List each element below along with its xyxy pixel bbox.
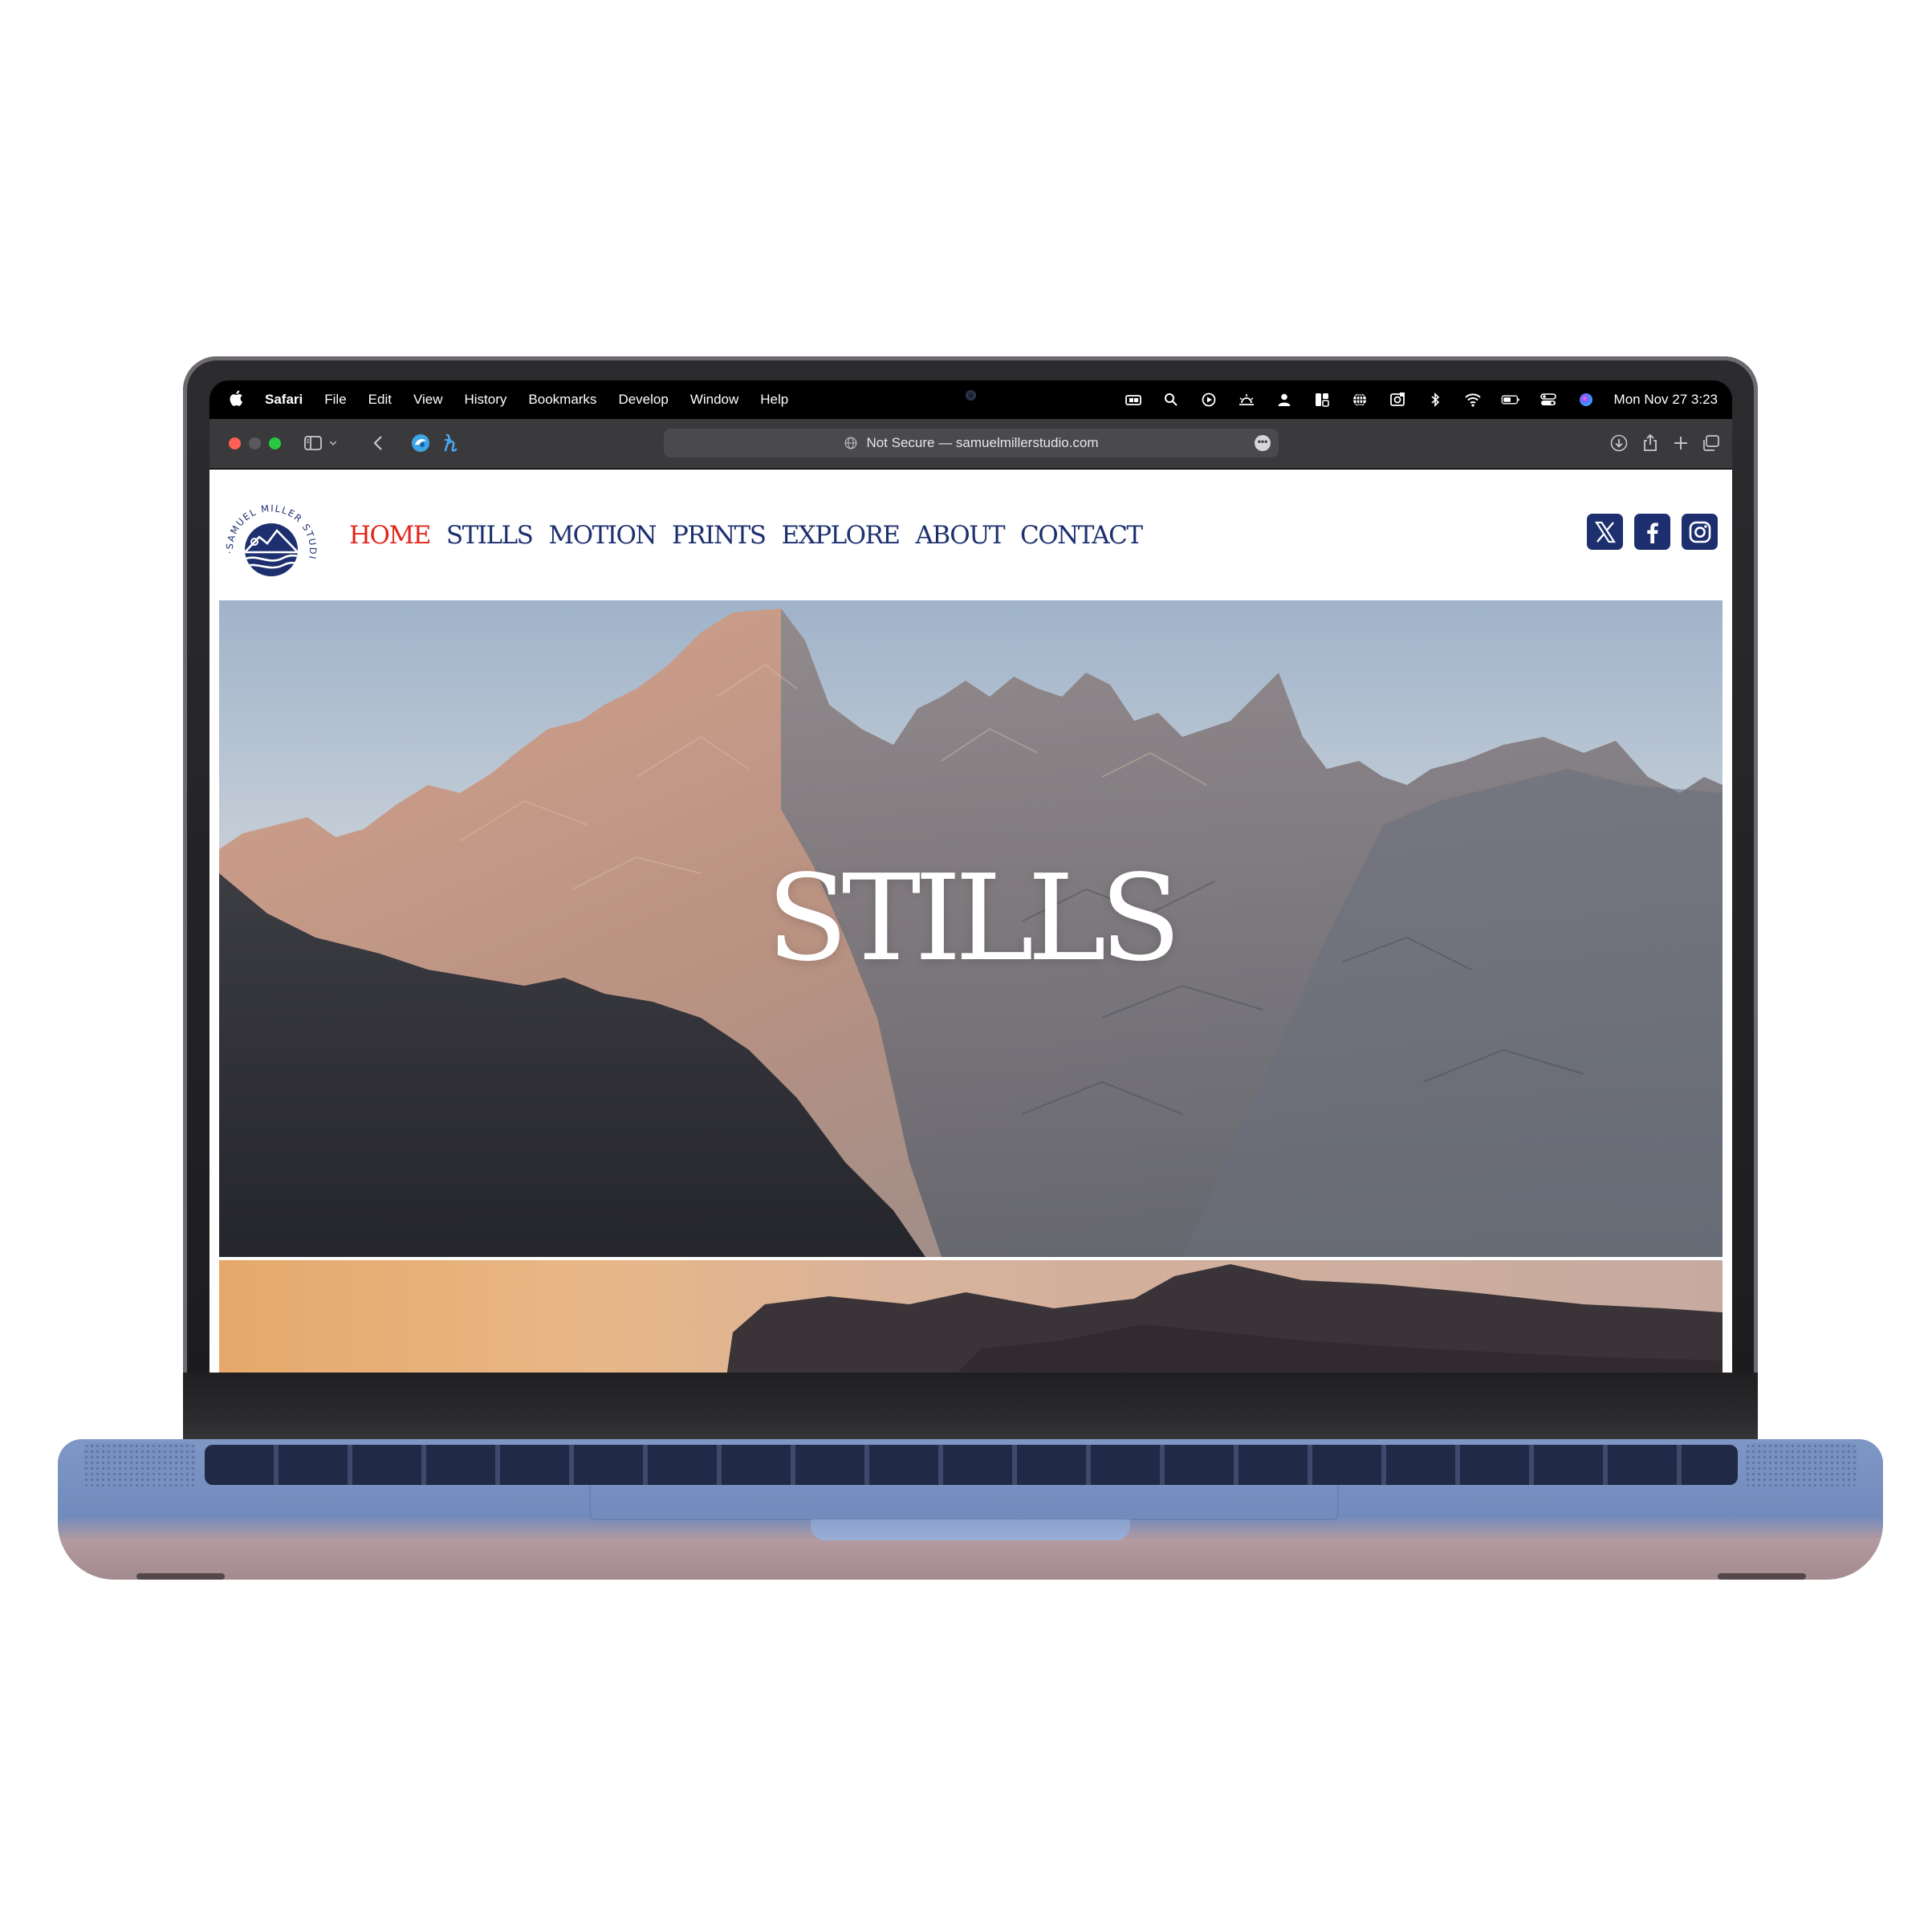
hero-title: STILLS <box>767 849 1182 987</box>
social-links <box>1587 514 1718 550</box>
hero-image[interactable]: STILLS <box>219 600 1723 1257</box>
facebook-icon[interactable] <box>1634 514 1670 550</box>
globe-icon[interactable] <box>1350 392 1369 408</box>
new-tab-icon[interactable] <box>1670 431 1691 455</box>
macos-menu-bar: Safari File Edit View History Bookmarks … <box>209 380 1732 419</box>
battery-icon[interactable] <box>1501 392 1520 408</box>
window-controls <box>229 437 281 449</box>
samuel-miller-studio-logo[interactable]: ·SAMUEL MILLER STUDIO· <box>219 492 323 596</box>
menu-item-help[interactable]: Help <box>760 392 788 408</box>
minimize-window-button[interactable] <box>249 437 261 449</box>
laptop-bezel-bottom <box>183 1373 1758 1449</box>
address-text: Not Secure — samuelmillerstudio.com <box>866 435 1099 450</box>
x-icon[interactable] <box>1587 514 1623 550</box>
user-icon[interactable] <box>1275 392 1294 408</box>
close-window-button[interactable] <box>229 437 241 449</box>
nav-stills[interactable]: STILLS <box>446 521 534 550</box>
apple-menu-icon[interactable] <box>229 390 243 410</box>
tabs-overview-icon[interactable] <box>1701 431 1722 455</box>
menu-item-develop[interactable]: Develop <box>618 392 668 408</box>
control-center-icon[interactable] <box>1539 392 1558 408</box>
menu-item-edit[interactable]: Edit <box>368 392 392 408</box>
lid-opening-notch <box>811 1519 1130 1540</box>
menu-item-window[interactable]: Window <box>690 392 738 408</box>
nav-prints[interactable]: PRINTS <box>672 521 767 550</box>
second-gallery-image[interactable] <box>219 1260 1723 1373</box>
search-icon[interactable] <box>1161 392 1181 408</box>
chevron-down-icon[interactable] <box>327 431 340 455</box>
share-icon[interactable] <box>1640 431 1661 455</box>
keyboard <box>205 1445 1738 1485</box>
nav-about[interactable]: ABOUT <box>916 521 1006 550</box>
honey-icon[interactable] <box>441 431 462 455</box>
brightness-icon[interactable] <box>1237 392 1256 408</box>
address-bar[interactable]: Not Secure — samuelmillerstudio.com ••• <box>664 429 1279 458</box>
menu-item-file[interactable]: File <box>324 392 346 408</box>
maximize-window-button[interactable] <box>269 437 281 449</box>
laptop-screen: Safari File Edit View History Bookmarks … <box>209 380 1732 1373</box>
camera-icon <box>966 390 976 401</box>
back-icon[interactable] <box>368 431 389 455</box>
grid-icon[interactable] <box>1312 392 1332 408</box>
play-icon[interactable] <box>1199 392 1218 408</box>
menu-item-bookmarks[interactable]: Bookmarks <box>528 392 596 408</box>
menu-item-view[interactable]: View <box>413 392 443 408</box>
camera-notch <box>877 380 1064 416</box>
web-page: ·SAMUEL MILLER STUDIO· HOME STILLS MOTIO… <box>209 470 1732 1373</box>
wifi-icon[interactable] <box>1463 392 1483 408</box>
laptop-foot-left <box>136 1573 225 1580</box>
laptop-foot-right <box>1718 1573 1806 1580</box>
stage-manager-icon[interactable] <box>1124 392 1143 408</box>
nav-explore[interactable]: EXPLORE <box>782 521 901 550</box>
speaker-grille-left <box>83 1443 196 1488</box>
siri-icon[interactable] <box>1576 392 1596 408</box>
site-header: ·SAMUEL MILLER STUDIO· HOME STILLS MOTIO… <box>209 470 1732 600</box>
page-menu-icon[interactable]: ••• <box>1255 435 1271 451</box>
nav-motion[interactable]: MOTION <box>548 521 657 550</box>
nav-contact[interactable]: CONTACT <box>1020 521 1143 550</box>
sunset-ridge-photo <box>726 1264 1723 1373</box>
bluetooth-icon[interactable] <box>1426 392 1445 408</box>
menu-item-history[interactable]: History <box>465 392 507 408</box>
safari-toolbar: Not Secure — samuelmillerstudio.com ••• <box>209 419 1732 469</box>
trackpad <box>589 1485 1339 1520</box>
not-secure-globe-icon <box>845 437 857 449</box>
speaker-grille-right <box>1745 1443 1857 1488</box>
download-icon[interactable] <box>1609 431 1629 455</box>
nav-home[interactable]: HOME <box>349 521 431 550</box>
screenshot-icon[interactable] <box>1388 392 1407 408</box>
sidebar-icon[interactable] <box>303 431 323 455</box>
menu-item-safari[interactable]: Safari <box>265 392 303 408</box>
instagram-icon[interactable] <box>1682 514 1718 550</box>
main-nav: HOME STILLS MOTION PRINTS EXPLORE ABOUT … <box>349 521 1143 550</box>
menu-bar-clock[interactable]: Mon Nov 27 3:23 <box>1614 392 1718 408</box>
extension-icon[interactable] <box>410 431 431 455</box>
